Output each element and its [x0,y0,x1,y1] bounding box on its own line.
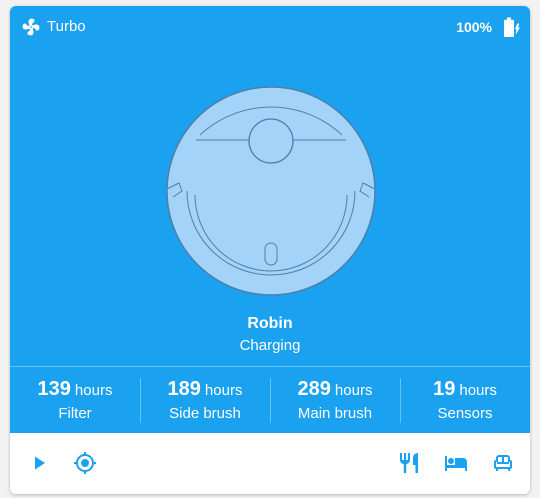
stat-unit: hours [74,382,113,399]
stat-value: 289 [297,378,331,400]
locate-icon [74,452,96,474]
battery-charging-icon [498,15,522,39]
play-icon [35,456,45,470]
stat-unit: hours [204,382,243,399]
battery-level: 100% [456,19,492,35]
stat-value: 139 [37,378,71,400]
stat-value: 189 [167,378,201,400]
bed-icon [445,456,467,471]
play-button[interactable] [26,450,52,476]
fan-mode-label: Turbo [47,18,86,35]
locate-button[interactable] [72,450,98,476]
stat-label: Side brush [169,405,241,422]
stat-side-brush[interactable]: 189 hours Side brush [140,367,270,433]
stat-unit: hours [334,382,373,399]
kitchen-room-button[interactable] [396,450,422,476]
consumables-stats: 139 hours Filter 189 hours Side brush 289 h… [10,367,530,433]
card-header: Turbo 100% [10,6,530,46]
fan-icon [21,17,41,37]
stat-label: Filter [58,405,92,422]
battery-status: 100% [456,15,522,39]
stat-sensors[interactable]: 19 hours Sensors [400,367,530,433]
stat-filter[interactable]: 139 hours Filter [10,367,140,433]
stat-unit: hours [459,382,497,399]
stat-label: Main brush [297,405,373,422]
fan-mode-control[interactable]: Turbo [21,17,86,37]
vacuum-toolbar [10,433,530,494]
vacuum-card: Turbo 100% Robin Charging 139 hours Filt… [10,6,530,494]
kitchen-icon [400,453,418,473]
vacuum-name: Robin [247,315,293,332]
bedroom-room-button[interactable] [443,450,469,476]
stat-main-brush[interactable]: 289 hours Main brush [270,367,400,433]
stat-label: Sensors [437,405,493,422]
vacuum-hero: Turbo 100% Robin Charging 139 hours Filt… [10,6,530,433]
vacuum-status: Charging [239,337,301,354]
stat-value: 19 [433,378,456,400]
vacuum-robot-image [166,86,376,296]
living-room-button[interactable] [490,450,516,476]
sofa-icon [494,455,512,471]
